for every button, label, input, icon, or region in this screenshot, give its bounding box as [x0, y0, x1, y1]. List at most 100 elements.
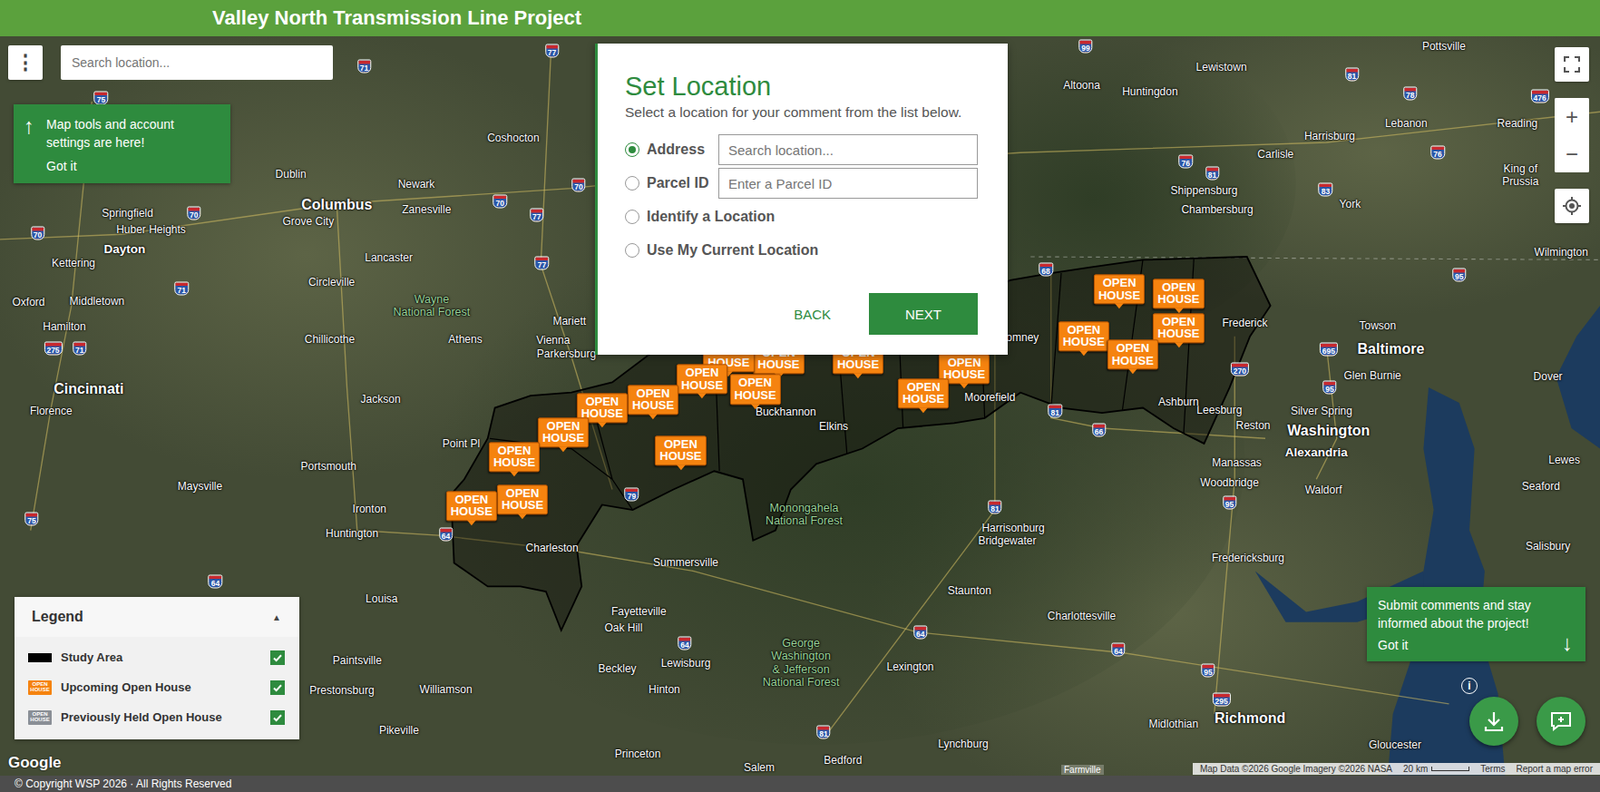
- radio-button[interactable]: [624, 142, 640, 157]
- open-house-marker[interactable]: OPEN HOUSE: [1107, 339, 1159, 370]
- option-label[interactable]: Use My Current Location: [646, 242, 819, 259]
- place-label: Wilmington: [1534, 246, 1589, 260]
- place-label: Beckley: [598, 663, 637, 676]
- legend-item: OPEN HOUSE Previously Held Open House: [28, 702, 289, 732]
- interstate-shield: 270: [1230, 361, 1249, 376]
- open-house-marker[interactable]: OPEN HOUSE: [1152, 312, 1204, 343]
- up-arrow-icon: ↑: [20, 115, 38, 175]
- fullscreen-button[interactable]: [1554, 47, 1590, 82]
- place-label: Coshocton: [487, 132, 539, 146]
- place-label: Waldorf: [1305, 484, 1343, 498]
- radio-button[interactable]: [624, 209, 640, 225]
- place-label: Athens: [448, 333, 482, 347]
- open-house-marker[interactable]: OPEN HOUSE: [488, 441, 540, 472]
- location-option[interactable]: Address: [624, 134, 978, 166]
- place-label: Zanesville: [401, 204, 451, 217]
- info-icon[interactable]: i: [1461, 677, 1478, 694]
- next-button[interactable]: NEXT: [868, 292, 978, 335]
- legend-header[interactable]: Legend ▲: [14, 596, 300, 637]
- place-label: Kettering: [51, 257, 96, 271]
- header-bar: Valley North Transmission Line Project: [0, 0, 1600, 37]
- place-label: York: [1339, 198, 1362, 212]
- place-label: Buckhannon: [755, 406, 817, 420]
- place-label: Manassas: [1211, 457, 1262, 470]
- interstate-shield: 99: [1078, 39, 1093, 54]
- place-label: Elkins: [819, 420, 849, 434]
- back-button[interactable]: BACK: [775, 295, 849, 333]
- terms-link[interactable]: Terms: [1480, 763, 1505, 774]
- location-option[interactable]: Parcel ID: [624, 167, 978, 199]
- option-input[interactable]: [718, 134, 978, 166]
- place-label: Florence: [29, 405, 73, 419]
- place-label: Vienna: [536, 334, 570, 348]
- place-label: Portsmouth: [301, 460, 357, 474]
- interstate-shield: 64: [439, 527, 453, 542]
- download-button[interactable]: [1469, 696, 1519, 746]
- interstate-shield: 77: [545, 43, 559, 58]
- open-house-marker[interactable]: OPEN HOUSE: [1152, 278, 1204, 309]
- attribution-bar: Map Data ©2026 Google Imagery ©2026 NASA…: [1192, 762, 1600, 775]
- zoom-in-button[interactable]: +: [1554, 97, 1590, 136]
- interstate-shield: 79: [624, 487, 639, 502]
- open-house-marker[interactable]: OPEN HOUSE: [897, 378, 949, 409]
- interstate-shield: 75: [94, 90, 108, 105]
- layer-checkbox[interactable]: [270, 710, 285, 725]
- place-label: Huntingdon: [1121, 86, 1178, 99]
- place-label: Salisbury: [1525, 540, 1571, 554]
- search-input[interactable]: [60, 45, 333, 80]
- option-label[interactable]: Parcel ID: [646, 175, 719, 192]
- option-label[interactable]: Address: [646, 141, 719, 158]
- place-label: Salem: [743, 761, 775, 775]
- layer-checkbox[interactable]: [270, 680, 285, 695]
- check-icon: [272, 712, 283, 723]
- interstate-shield: 70: [493, 195, 508, 209]
- got-it-button[interactable]: Got it: [46, 158, 77, 174]
- report-error-link[interactable]: Report a map error: [1516, 763, 1593, 774]
- comment-button[interactable]: [1536, 696, 1586, 746]
- place-label: Towson: [1358, 320, 1396, 333]
- open-house-marker[interactable]: OPEN HOUSE: [729, 374, 781, 405]
- interstate-shield: 77: [529, 207, 544, 222]
- place-label: Alexandria: [1285, 445, 1348, 460]
- interstate-shield: 71: [72, 341, 87, 356]
- layer-checkbox[interactable]: [270, 650, 285, 665]
- my-location-button[interactable]: [1554, 188, 1590, 224]
- interstate-shield: 295: [1212, 692, 1231, 707]
- open-house-swatch: OPEN HOUSE: [28, 710, 52, 725]
- collapse-caret-icon[interactable]: ▲: [272, 612, 282, 623]
- interstate-shield: 64: [208, 574, 223, 588]
- radio-button[interactable]: [624, 175, 640, 191]
- interstate-shield: 95: [1322, 380, 1337, 395]
- radio-button[interactable]: [624, 243, 640, 258]
- option-input[interactable]: [718, 167, 978, 199]
- interstate-shield: 81: [1048, 403, 1063, 418]
- place-label: Richmond: [1214, 709, 1286, 726]
- open-house-marker[interactable]: OPEN HOUSE: [1093, 273, 1145, 304]
- interstate-shield: 81: [816, 725, 830, 740]
- place-label: Shippensburg: [1170, 185, 1238, 198]
- open-house-marker[interactable]: OPEN HOUSE: [537, 417, 589, 448]
- zoom-out-button[interactable]: −: [1554, 135, 1590, 173]
- place-label: George Washington & Jefferson National F…: [762, 636, 840, 690]
- interstate-shield: 70: [571, 178, 586, 193]
- toolbar: ⋮: [8, 45, 333, 80]
- open-house-marker[interactable]: OPEN HOUSE: [497, 484, 548, 515]
- interstate-shield: 64: [913, 625, 927, 640]
- location-option[interactable]: Identify a Location: [624, 201, 978, 233]
- place-label: Baltimore: [1356, 341, 1425, 358]
- open-house-marker[interactable]: OPEN HOUSE: [654, 435, 706, 466]
- place-label: Lewisburg: [661, 657, 712, 671]
- place-label: omney: [1005, 331, 1039, 345]
- open-house-marker[interactable]: OPEN HOUSE: [446, 490, 498, 521]
- open-house-marker[interactable]: OPEN HOUSE: [627, 384, 679, 415]
- map[interactable]: ColumbusCincinnatiWashingtonBaltimoreRic…: [0, 36, 1600, 776]
- menu-button[interactable]: ⋮: [8, 45, 43, 80]
- location-option[interactable]: Use My Current Location: [624, 234, 978, 266]
- legend-label: Previously Held Open House: [60, 710, 262, 724]
- open-house-marker[interactable]: OPEN HOUSE: [676, 363, 728, 394]
- got-it-button[interactable]: Got it: [1377, 637, 1408, 653]
- interstate-shield: 76: [1179, 155, 1193, 169]
- option-label[interactable]: Identify a Location: [646, 208, 775, 225]
- place-label: Huntington: [325, 527, 379, 541]
- open-house-marker[interactable]: OPEN HOUSE: [1058, 321, 1110, 352]
